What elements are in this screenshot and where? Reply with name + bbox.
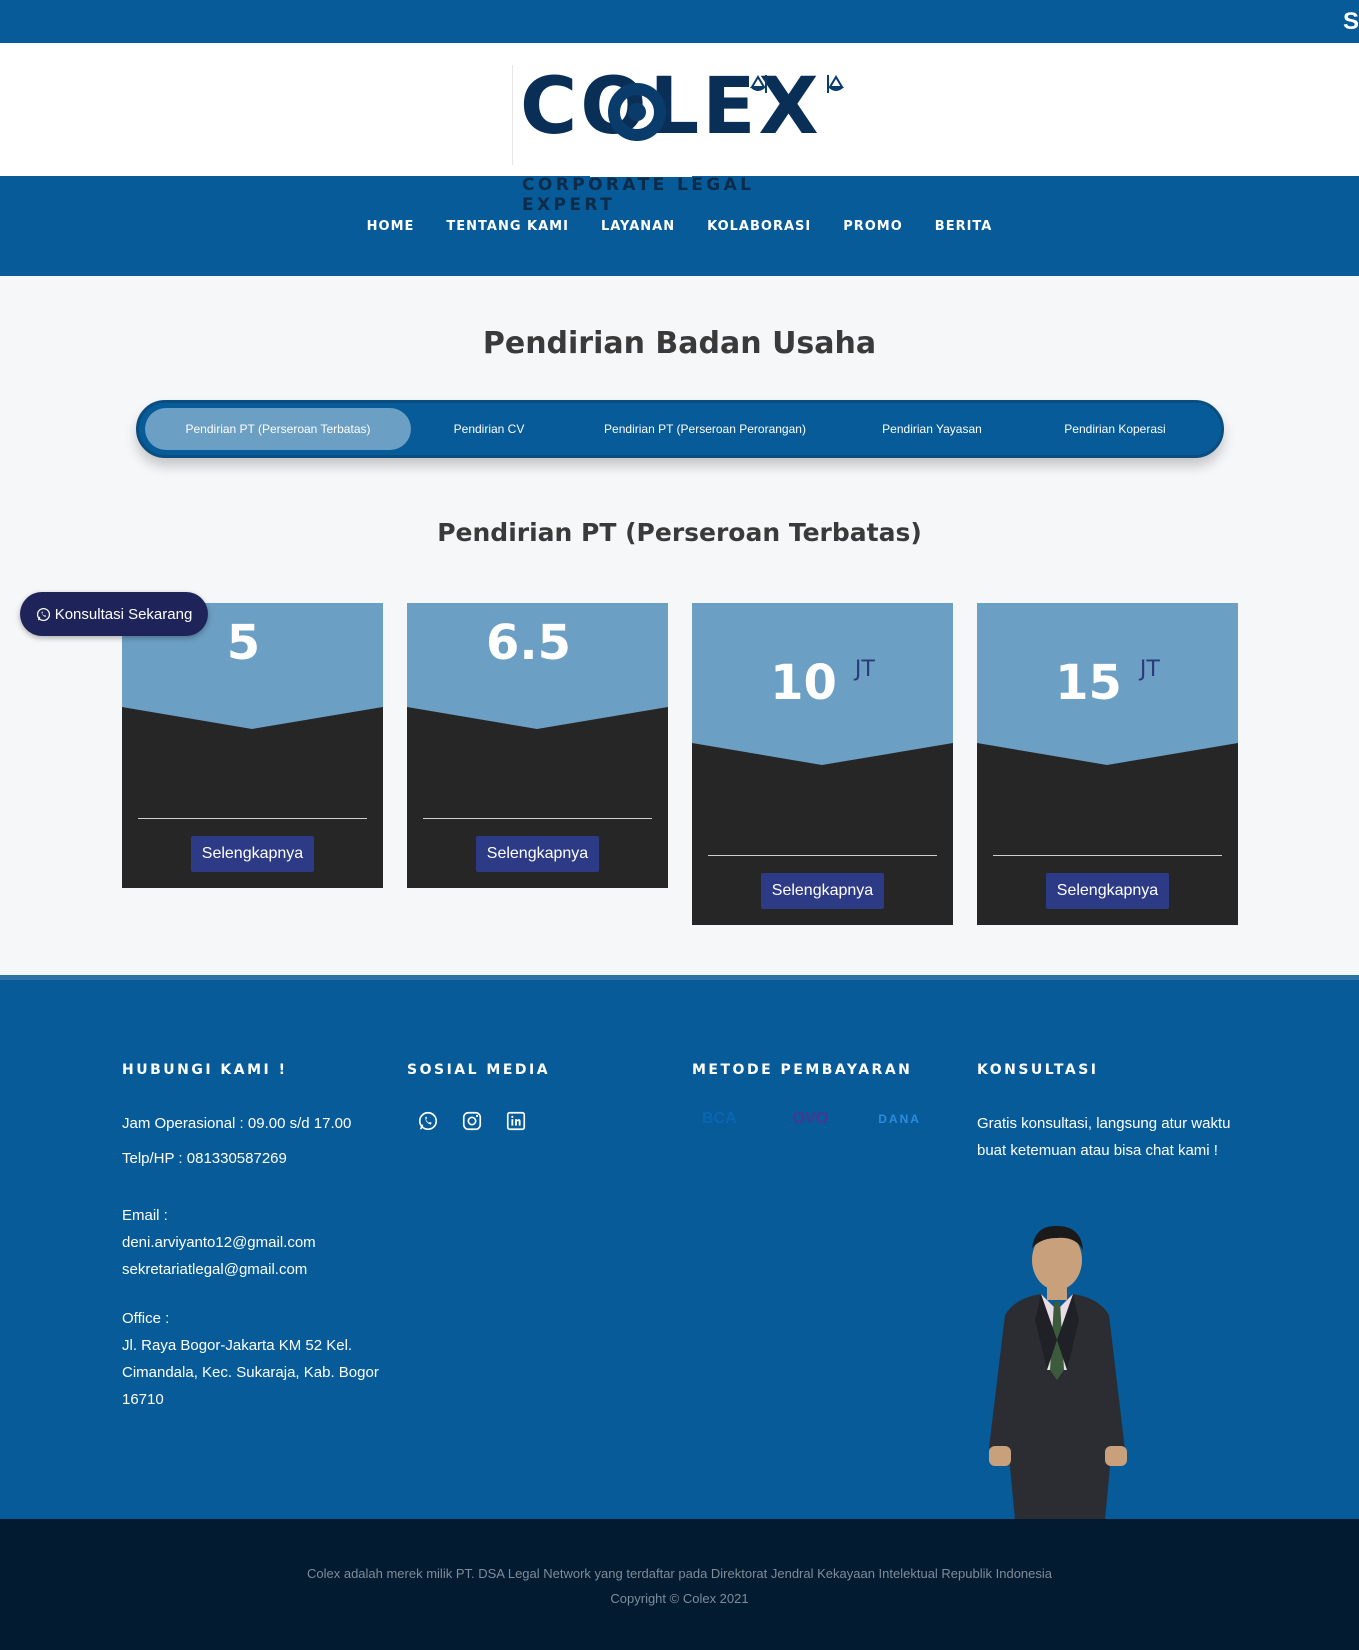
colex-logo[interactable]: COLEX CORPORATE LEGAL EXPERT [512,65,850,215]
top-bar-edge-text: S [1342,8,1359,35]
card-divider [423,818,652,819]
price-number: 10 [770,655,837,711]
footer: HUBUNGI KAMI ! Jam Operasional : 09.00 s… [0,975,1359,1520]
price-value: 10 JT [692,655,953,711]
footer-consult: KONSULTASI Gratis konsultasi, langsung a… [977,1062,1237,1164]
eye-icon [608,83,666,141]
operating-hours: Jam Operasional : 09.00 s/d 17.00 [122,1115,352,1132]
trademark-notice: Colex adalah merek milik PT. DSA Legal N… [306,1566,1052,1581]
nav-home[interactable]: HOME [367,219,415,234]
price-card: 5 Selengkapnya [122,603,383,888]
service-tabs: Pendirian PT (Perseroan Terbatas) Pendir… [136,400,1224,458]
consult-text: Gratis konsultasi, langsung atur waktu b… [977,1115,1231,1159]
phone-number: Telp/HP : 081330587269 [122,1150,287,1167]
logo-divider [512,65,513,165]
price-value: 15 JT [977,655,1238,711]
email-2[interactable]: sekretariatlegal@gmail.com [122,1256,392,1283]
footer-contact: HUBUNGI KAMI ! Jam Operasional : 09.00 s… [122,1062,392,1413]
logo-tagline: CORPORATE LEGAL EXPERT [522,175,755,215]
selengkapnya-button[interactable]: Selengkapnya [761,873,884,909]
ovo-logo: OVO [792,1110,829,1127]
price-card: 15 JT Selengkapnya [977,603,1238,925]
instagram-icon[interactable] [461,1110,483,1132]
bca-logo: BCA [702,1110,737,1127]
card-divider [708,855,937,856]
nav-layanan[interactable]: LAYANAN [601,219,675,234]
konsultasi-float-button[interactable]: Konsultasi Sekarang [20,592,208,636]
office-label: Office : [122,1310,170,1327]
office-address: Jl. Raya Bogor-Jakarta KM 52 Kel. Cimand… [122,1337,379,1408]
footer-social: SOSIAL MEDIA [407,1062,667,1132]
price-number: 5 [226,615,261,671]
whatsapp-icon [36,607,51,622]
selengkapnya-button[interactable]: Selengkapnya [1046,873,1169,909]
contact-heading: HUBUNGI KAMI ! [122,1062,288,1078]
card-divider [993,855,1222,856]
email-label: Email : [122,1207,168,1224]
selengkapnya-button[interactable]: Selengkapnya [476,836,599,872]
copyright-bar: Colex adalah merek milik PT. DSA Legal N… [0,1519,1359,1650]
nav-active-indicator [590,174,692,177]
copyright-text: Copyright © Colex 2021 [610,1591,749,1606]
logo-area: COLEX CORPORATE LEGAL EXPERT [0,43,1359,215]
price-value: 6.5 [407,615,668,671]
consultant-photo [975,1220,1135,1520]
card-divider [138,818,367,819]
consult-heading: KONSULTASI [977,1062,1099,1078]
section-title: Pendirian PT (Perseroan Terbatas) [437,518,922,547]
price-card: 6.5 Selengkapnya [407,603,668,888]
email-1[interactable]: deni.arviyanto12@gmail.com [122,1229,392,1256]
tab-pendirian-koperasi[interactable]: Pendirian Koperasi [1021,408,1209,450]
tab-pendirian-yayasan[interactable]: Pendirian Yayasan [843,408,1021,450]
nav-promo[interactable]: PROMO [843,219,903,234]
tab-pendirian-pt[interactable]: Pendirian PT (Perseroan Terbatas) [145,408,411,450]
nav-kolaborasi[interactable]: KOLABORASI [707,219,811,234]
konsultasi-button-label: Konsultasi Sekarang [54,605,193,623]
nav-berita[interactable]: BERITA [935,219,993,234]
price-card: 10 JT Selengkapnya [692,603,953,925]
tab-pendirian-pt-perorangan[interactable]: Pendirian PT (Perseroan Perorangan) [567,408,843,450]
page-title: Pendirian Badan Usaha [482,326,877,361]
payment-heading: METODE PEMBAYARAN [692,1062,913,1078]
top-bar: S [0,0,1359,43]
social-heading: SOSIAL MEDIA [407,1062,551,1078]
nav-tentang-kami[interactable]: TENTANG KAMI [446,219,569,234]
price-unit: JT [1139,657,1160,682]
dana-logo: DANA [878,1112,921,1126]
scale-icon [810,73,846,99]
whatsapp-icon[interactable] [417,1110,439,1132]
linkedin-icon[interactable] [505,1110,527,1132]
price-number: 6.5 [485,615,572,671]
scale-icon [748,73,784,99]
price-unit: JT [854,657,875,682]
selengkapnya-button[interactable]: Selengkapnya [191,836,314,872]
footer-payment: METODE PEMBAYARAN BCA OVO DANA [692,1062,962,1128]
tab-pendirian-cv[interactable]: Pendirian CV [411,408,567,450]
price-number: 15 [1055,655,1122,711]
